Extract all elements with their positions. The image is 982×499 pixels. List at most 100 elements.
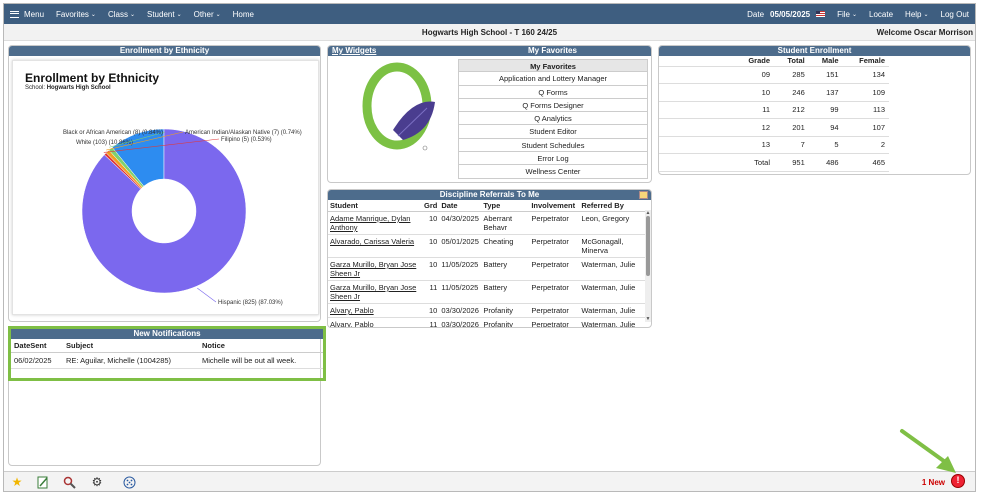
column-header[interactable]: DateSent <box>11 339 63 353</box>
favorite-item[interactable]: Q Forms Designer <box>459 98 647 113</box>
slice-label: Black or African American (8) (0.84%) <box>63 130 163 136</box>
enrollment-cell: 99 <box>808 101 843 119</box>
favorite-item[interactable]: Q Forms <box>459 85 647 99</box>
favorites-header: My Widgets My Favorites <box>328 46 651 56</box>
table-row[interactable]: Garza Murillo, Bryan Jose Sheen Jr 11 11/0… <box>328 280 651 304</box>
nav-favorites[interactable]: Favorites ⌄ <box>50 10 102 19</box>
favorite-item[interactable]: Student Editor <box>459 125 647 139</box>
discipline-scrollbar[interactable]: ▲ ▼ <box>645 210 651 322</box>
table-row: 09 285 151 134 <box>659 66 889 84</box>
favorites-list: My Favorites Application and Lottery Man… <box>458 59 648 179</box>
favorite-item[interactable]: Error Log <box>459 152 647 166</box>
column-header[interactable]: Notice <box>199 339 323 353</box>
notifications-highlight: New Notifications DateSent Subject Notic… <box>8 326 326 381</box>
cell-student[interactable]: Garza Murillo, Bryan Jose Sheen Jr <box>328 280 422 304</box>
scroll-thumb[interactable] <box>646 216 650 276</box>
favorite-item[interactable]: Wellness Center <box>459 165 647 179</box>
search-icon[interactable] <box>62 475 76 489</box>
nav-file[interactable]: File ⌄ <box>831 10 863 19</box>
enrollment-cell: 109 <box>842 83 889 102</box>
cell-ref: Waterman, Julie <box>579 317 651 327</box>
enrollment-cell: 134 <box>842 66 889 84</box>
enrollment-cell: 201 <box>774 118 809 137</box>
enrollment-rows: 09 285 151 134 10 246 137 109 11 212 99 113 12 201 94 1… <box>659 66 889 172</box>
cell-student[interactable]: Alvary, Pablo <box>328 317 422 327</box>
top-nav: Menu Favorites ⌄ Class ⌄ Student ⌄ Other ⌄ H… <box>4 4 975 24</box>
favorite-item[interactable]: Student Schedules <box>459 138 647 153</box>
star-icon[interactable]: ★ <box>10 475 24 489</box>
notification-subject[interactable]: RE: Aguilar, Michelle (1004285) <box>63 352 199 369</box>
chevron-down-icon: ⌄ <box>851 11 858 18</box>
cell-grd: 11 <box>422 317 440 327</box>
gear-icon[interactable]: ⚙ <box>90 475 104 489</box>
cell-student[interactable]: Alvarado, Carissa Valeria <box>328 234 422 258</box>
menu-button[interactable]: Menu <box>4 10 50 19</box>
cell-involvement: Perpetrator <box>529 280 580 304</box>
my-widgets-link[interactable]: My Widgets <box>332 46 376 56</box>
nav-home[interactable]: Home <box>227 10 260 19</box>
slice-label: Hispanic (825) (87.03%) <box>218 300 283 306</box>
column-header[interactable]: Student <box>328 200 422 212</box>
enrollment-cell: 486 <box>808 153 843 172</box>
table-row[interactable]: Garza Murillo, Bryan Jose Sheen Jr 10 11/0… <box>328 257 651 281</box>
table-row[interactable]: Alvary, Pablo 10 03/30/2026 Profanity Perpet… <box>328 303 651 318</box>
column-header[interactable]: Involvement <box>529 200 580 212</box>
column-header[interactable]: Referred By <box>579 200 651 212</box>
cell-ref: Waterman, Julie <box>579 257 651 281</box>
column-header[interactable]: Date <box>439 200 482 212</box>
flag-icon[interactable] <box>816 11 826 17</box>
nav-other[interactable]: Other ⌄ <box>188 10 227 19</box>
table-row[interactable]: Adame Manrique, Dylan Anthony 10 04/30/202… <box>328 211 651 235</box>
enrollment-panel: Student Enrollment Grade Total Male Fema… <box>658 45 971 175</box>
table-row[interactable]: Alvarado, Carissa Valeria 10 05/01/2025 Che… <box>328 234 651 258</box>
enrollment-cell: 951 <box>774 153 809 172</box>
slice-label: American Indian/Alaskan Native (7) (0.74… <box>185 130 302 136</box>
favorite-item[interactable]: Application and Lottery Manager <box>459 72 647 86</box>
hamburger-icon <box>10 10 19 18</box>
enrollment-cell: 107 <box>842 118 889 137</box>
title-bar: Hogwarts High School - T 160 24/25 Welco… <box>4 24 975 41</box>
grid-icon[interactable] <box>122 475 136 489</box>
favorite-item[interactable]: Q Analytics <box>459 112 647 126</box>
chevron-down-icon: ⌄ <box>176 11 182 18</box>
nav-locate[interactable]: Locate <box>863 10 899 19</box>
pie-chart: Hispanic (825) (87.03%)White (103) (10.8… <box>63 128 302 306</box>
enrollment-cell: 2 <box>842 136 889 154</box>
cell-ref: McGonagall, Minerva <box>579 234 651 258</box>
nav-class[interactable]: Class ⌄ <box>102 10 141 19</box>
column-header[interactable]: Type <box>481 200 530 212</box>
chevron-down-icon: ⌄ <box>923 11 929 18</box>
edit-icon[interactable] <box>36 475 50 489</box>
column-header: Total <box>774 56 809 67</box>
enrollment-header: Student Enrollment <box>659 46 970 56</box>
discipline-panel: Discipline Referrals To Me Student Grd D… <box>327 189 652 328</box>
table-row[interactable]: Alvary, Pablo 11 03/30/2026 Profanity Perpet… <box>328 317 651 327</box>
notifications-table: DateSent Subject Notice 06/02/2025 RE: A… <box>11 339 323 369</box>
discipline-header: Discipline Referrals To Me <box>328 190 651 200</box>
table-row[interactable]: 06/02/2025 RE: Aguilar, Michelle (100428… <box>11 352 323 369</box>
column-header[interactable]: Subject <box>63 339 199 353</box>
column-header: Male <box>808 56 843 67</box>
date-value[interactable]: 05/05/2025 <box>770 10 810 19</box>
scroll-down-icon[interactable]: ▼ <box>645 316 651 322</box>
cell-ref: Waterman, Julie <box>579 280 651 304</box>
cell-student[interactable]: Garza Murillo, Bryan Jose Sheen Jr <box>328 257 422 281</box>
cell-involvement: Perpetrator <box>529 303 580 318</box>
enrollment-cell: 12 <box>659 118 774 137</box>
cell-grd: 10 <box>422 211 440 235</box>
enrollment-cell: Total <box>659 153 774 172</box>
enrollment-cell: 285 <box>774 66 809 84</box>
cell-student[interactable]: Adame Manrique, Dylan Anthony <box>328 211 422 235</box>
cell-grd: 10 <box>422 234 440 258</box>
cell-student[interactable]: Alvary, Pablo <box>328 303 422 318</box>
cell-date: 05/01/2025 <box>439 234 482 258</box>
export-icon[interactable] <box>639 191 648 199</box>
enrollment-cell: 13 <box>659 136 774 154</box>
new-notification-count[interactable]: 1 New <box>922 478 945 487</box>
nav-help[interactable]: Help ⌄ <box>899 10 934 19</box>
nav-student[interactable]: Student ⌄ <box>141 10 188 19</box>
table-header-row: DateSent Subject Notice <box>11 339 323 353</box>
nav-logout[interactable]: Log Out <box>935 10 975 19</box>
column-header[interactable]: Grd <box>422 200 440 212</box>
discipline-rows: Adame Manrique, Dylan Anthony 10 04/30/202… <box>328 211 651 327</box>
